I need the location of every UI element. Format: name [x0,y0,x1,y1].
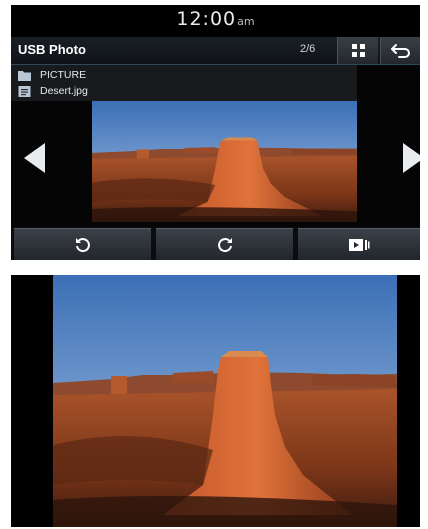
back-button[interactable] [380,37,420,64]
rotate-left-button[interactable] [14,228,151,260]
photo-browser-screen: 12:00am USB Photo 2/6 PICTURE Desert.jpg [11,5,420,260]
photo-preview[interactable] [92,101,357,222]
desert-photo [92,101,357,222]
status-bar: 12:00am [11,5,420,37]
photo-fullscreen-screen[interactable] [11,275,420,527]
previous-arrow-icon[interactable] [24,143,45,173]
slideshow-button[interactable] [298,228,420,260]
page-title: USB Photo [18,42,86,57]
back-arrow-icon [391,44,410,58]
rotate-right-icon [217,237,232,252]
breadcrumb-folder-label: PICTURE [40,69,87,81]
folder-icon [18,71,31,81]
grid-view-button[interactable] [337,37,378,64]
title-bar: USB Photo 2/6 [11,37,420,65]
breadcrumb-file-label: Desert.jpg [40,85,88,97]
rotate-right-button[interactable] [156,228,293,260]
clock-time: 12:00 [176,8,237,30]
bottom-toolbar [11,227,420,260]
photo-counter: 2/6 [300,43,316,55]
desert-photo-full [53,275,397,527]
breadcrumb: PICTURE Desert.jpg [11,65,357,101]
photo-fullscreen[interactable] [53,275,397,527]
slideshow-icon [349,238,370,251]
clock: 12:00am [176,8,254,30]
next-arrow-icon[interactable] [403,143,420,173]
clock-ampm: am [237,15,255,28]
image-file-icon [18,86,31,97]
rotate-left-icon [75,237,90,252]
grid-icon [352,44,365,57]
